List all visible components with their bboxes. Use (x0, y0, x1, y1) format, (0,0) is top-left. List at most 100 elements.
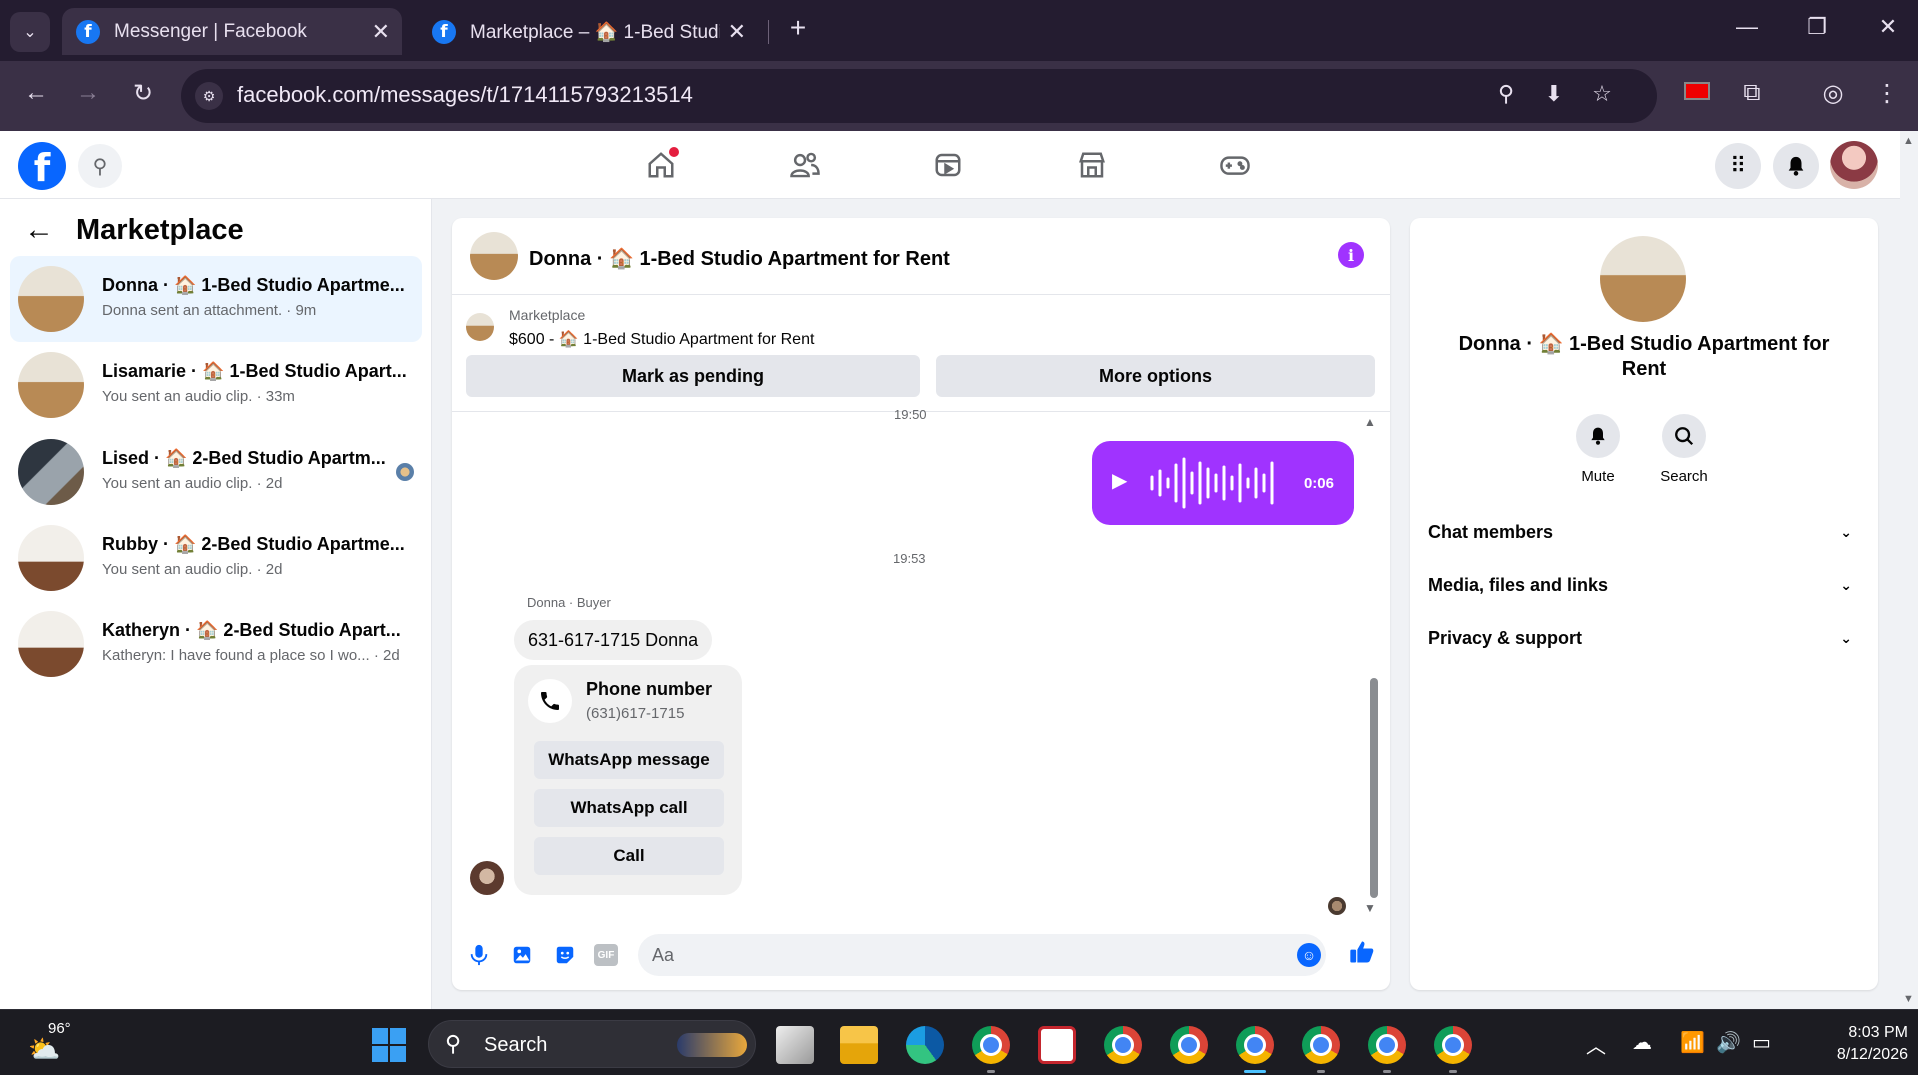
chrome-icon[interactable] (1368, 1026, 1406, 1064)
nav-video[interactable] (918, 145, 978, 185)
new-tab-button[interactable]: + (780, 12, 816, 44)
nav-marketplace[interactable] (1062, 145, 1122, 185)
marketplace-listing-bar: Marketplace $600 - 🏠 1-Bed Studio Apartm… (452, 295, 1390, 412)
system-clock[interactable]: 8:03 PM 8/12/2026 (1800, 1022, 1908, 1066)
menu-grid-button[interactable]: ⠿ (1715, 143, 1761, 189)
weather-icon: ⛅ (28, 1034, 61, 1064)
section-privacy-support[interactable]: Privacy & support ⌄ (1428, 618, 1860, 658)
tab-messenger[interactable]: f Messenger | Facebook ✕ (62, 8, 402, 55)
extensions-puzzle-icon[interactable]: ⧉ (1735, 79, 1769, 107)
chrome-icon[interactable] (1302, 1026, 1340, 1064)
scroll-down-arrow[interactable]: ▼ (1364, 901, 1376, 915)
conversation-lised[interactable]: Lised · 🏠 2-Bed Studio Apartm... You sen… (10, 429, 422, 515)
conversation-katheryn[interactable]: Katheryn · 🏠 2-Bed Studio Apart... Kathe… (10, 601, 422, 687)
section-chat-members[interactable]: Chat members ⌄ (1428, 512, 1860, 552)
minimize-button[interactable]: — (1727, 14, 1767, 40)
chrome-icon[interactable] (972, 1026, 1010, 1064)
profile-avatar[interactable] (1600, 236, 1686, 322)
zoom-icon[interactable]: ⚲ (1491, 81, 1521, 107)
facebook-logo-icon[interactable]: f (18, 142, 66, 190)
mute-action[interactable]: Mute (1558, 414, 1638, 485)
scroll-up-arrow[interactable]: ▲ (1903, 135, 1914, 147)
listing-price-title[interactable]: $600 - 🏠 1-Bed Studio Apartment for Rent (509, 329, 814, 349)
install-app-icon[interactable]: ⬇ (1539, 81, 1569, 107)
search-icon[interactable] (1662, 414, 1706, 458)
taskbar-search[interactable]: ⚲ Search (428, 1020, 756, 1068)
call-button[interactable]: Call (534, 837, 724, 875)
whatsapp-call-button[interactable]: WhatsApp call (534, 789, 724, 827)
snipping-tool-icon[interactable] (1038, 1026, 1076, 1064)
photo-icon[interactable] (507, 940, 537, 970)
account-avatar[interactable] (1830, 141, 1878, 189)
scroll-down-arrow[interactable]: ▼ (1903, 993, 1914, 1005)
tray-chevron-up-icon[interactable]: ︿ (1586, 1030, 1606, 1059)
battery-icon[interactable]: ▭ (1752, 1030, 1771, 1055)
audio-message-bubble[interactable]: ▶ 0:06 (1092, 441, 1354, 525)
active-app-indicator (1244, 1070, 1266, 1073)
search-action[interactable]: Search (1644, 414, 1724, 485)
start-button[interactable] (372, 1028, 406, 1062)
clock-date: 8/12/2026 (1836, 1046, 1908, 1063)
nav-friends[interactable] (775, 145, 835, 185)
video-icon (935, 153, 961, 177)
thumbs-up-icon[interactable] (1348, 938, 1376, 973)
site-settings-icon[interactable]: ⚙ (195, 82, 223, 110)
bookmark-star-icon[interactable]: ☆ (1587, 81, 1617, 107)
mark-as-pending-button[interactable]: Mark as pending (466, 355, 920, 397)
tab-marketplace[interactable]: f Marketplace – 🏠 1-Bed Studio ✕ (418, 8, 758, 55)
listing-thumbnail[interactable] (466, 313, 494, 341)
chrome-icon[interactable] (1236, 1026, 1274, 1064)
extension-red-icon[interactable] (1680, 79, 1714, 107)
scroll-up-arrow[interactable]: ▲ (1364, 415, 1376, 429)
gif-icon[interactable]: GIF (594, 944, 618, 966)
sticker-icon[interactable] (550, 940, 580, 970)
onedrive-off-icon[interactable]: ☁ (1632, 1030, 1652, 1055)
chrome-icon[interactable] (1104, 1026, 1142, 1064)
back-button[interactable]: ← (18, 79, 54, 107)
sender-avatar[interactable] (470, 861, 504, 895)
menu-kebab-icon[interactable]: ⋮ (1870, 79, 1904, 108)
volume-icon[interactable]: 🔊 (1716, 1030, 1741, 1055)
close-window-button[interactable]: ✕ (1868, 14, 1908, 40)
running-indicator (1449, 1070, 1457, 1073)
file-explorer-icon[interactable] (840, 1026, 878, 1064)
weather-widget[interactable]: ⛅ 96° (24, 1020, 72, 1064)
nav-gaming[interactable] (1205, 145, 1265, 185)
chrome-icon[interactable] (1434, 1026, 1472, 1064)
info-icon[interactable]: i (1338, 242, 1364, 268)
conversation-lisamarie[interactable]: Lisamarie · 🏠 1-Bed Studio Apart... You … (10, 342, 422, 428)
facebook-search-button[interactable]: ⚲ (78, 144, 122, 188)
play-icon[interactable]: ▶ (1112, 468, 1127, 493)
message-scrollbar[interactable] (1370, 678, 1378, 898)
tab-search-button[interactable]: ⌄ (10, 12, 50, 52)
chat-avatar[interactable] (470, 232, 518, 280)
reload-button[interactable]: ↻ (125, 79, 161, 108)
whatsapp-message-button[interactable]: WhatsApp message (534, 741, 724, 779)
address-bar[interactable]: ⚙ facebook.com/messages/t/17141157932135… (181, 69, 1657, 123)
notifications-button[interactable] (1773, 143, 1819, 189)
profile-icon[interactable]: ◎ (1816, 79, 1850, 108)
back-arrow-icon[interactable]: ← (24, 213, 54, 247)
emoji-icon[interactable]: ☺ (1297, 943, 1321, 967)
chat-title[interactable]: Donna · 🏠 1-Bed Studio Apartment for Ren… (529, 246, 950, 271)
nav-home[interactable] (631, 145, 691, 185)
bell-icon[interactable] (1576, 414, 1620, 458)
conversation-rubby[interactable]: Rubby · 🏠 2-Bed Studio Apartme... You se… (10, 515, 422, 601)
conversation-donna[interactable]: Donna · 🏠 1-Bed Studio Apartme... Donna … (10, 256, 422, 342)
message-bubble[interactable]: 631-617-1715 Donna (514, 620, 713, 660)
forward-button[interactable]: → (70, 79, 106, 107)
more-options-button[interactable]: More options (936, 355, 1375, 397)
message-input[interactable] (638, 934, 1326, 976)
conversation-snippet: Donna sent an attachment. · 9m (102, 302, 317, 319)
section-media-files-links[interactable]: Media, files and links ⌄ (1428, 565, 1860, 605)
microphone-icon[interactable] (464, 940, 494, 970)
page-scrollbar[interactable]: ▲ ▼ (1900, 131, 1918, 1009)
chrome-icon[interactable] (1170, 1026, 1208, 1064)
edge-icon[interactable] (906, 1026, 944, 1064)
task-view-icon[interactable] (776, 1026, 814, 1064)
conversation-info-panel: Donna · 🏠 1-Bed Studio Apartment for Ren… (1410, 218, 1878, 990)
close-tab-icon[interactable]: ✕ (728, 19, 746, 45)
wifi-icon[interactable]: 📶 (1680, 1030, 1705, 1055)
close-tab-icon[interactable]: ✕ (372, 19, 390, 45)
restore-button[interactable]: ❐ (1797, 14, 1837, 40)
